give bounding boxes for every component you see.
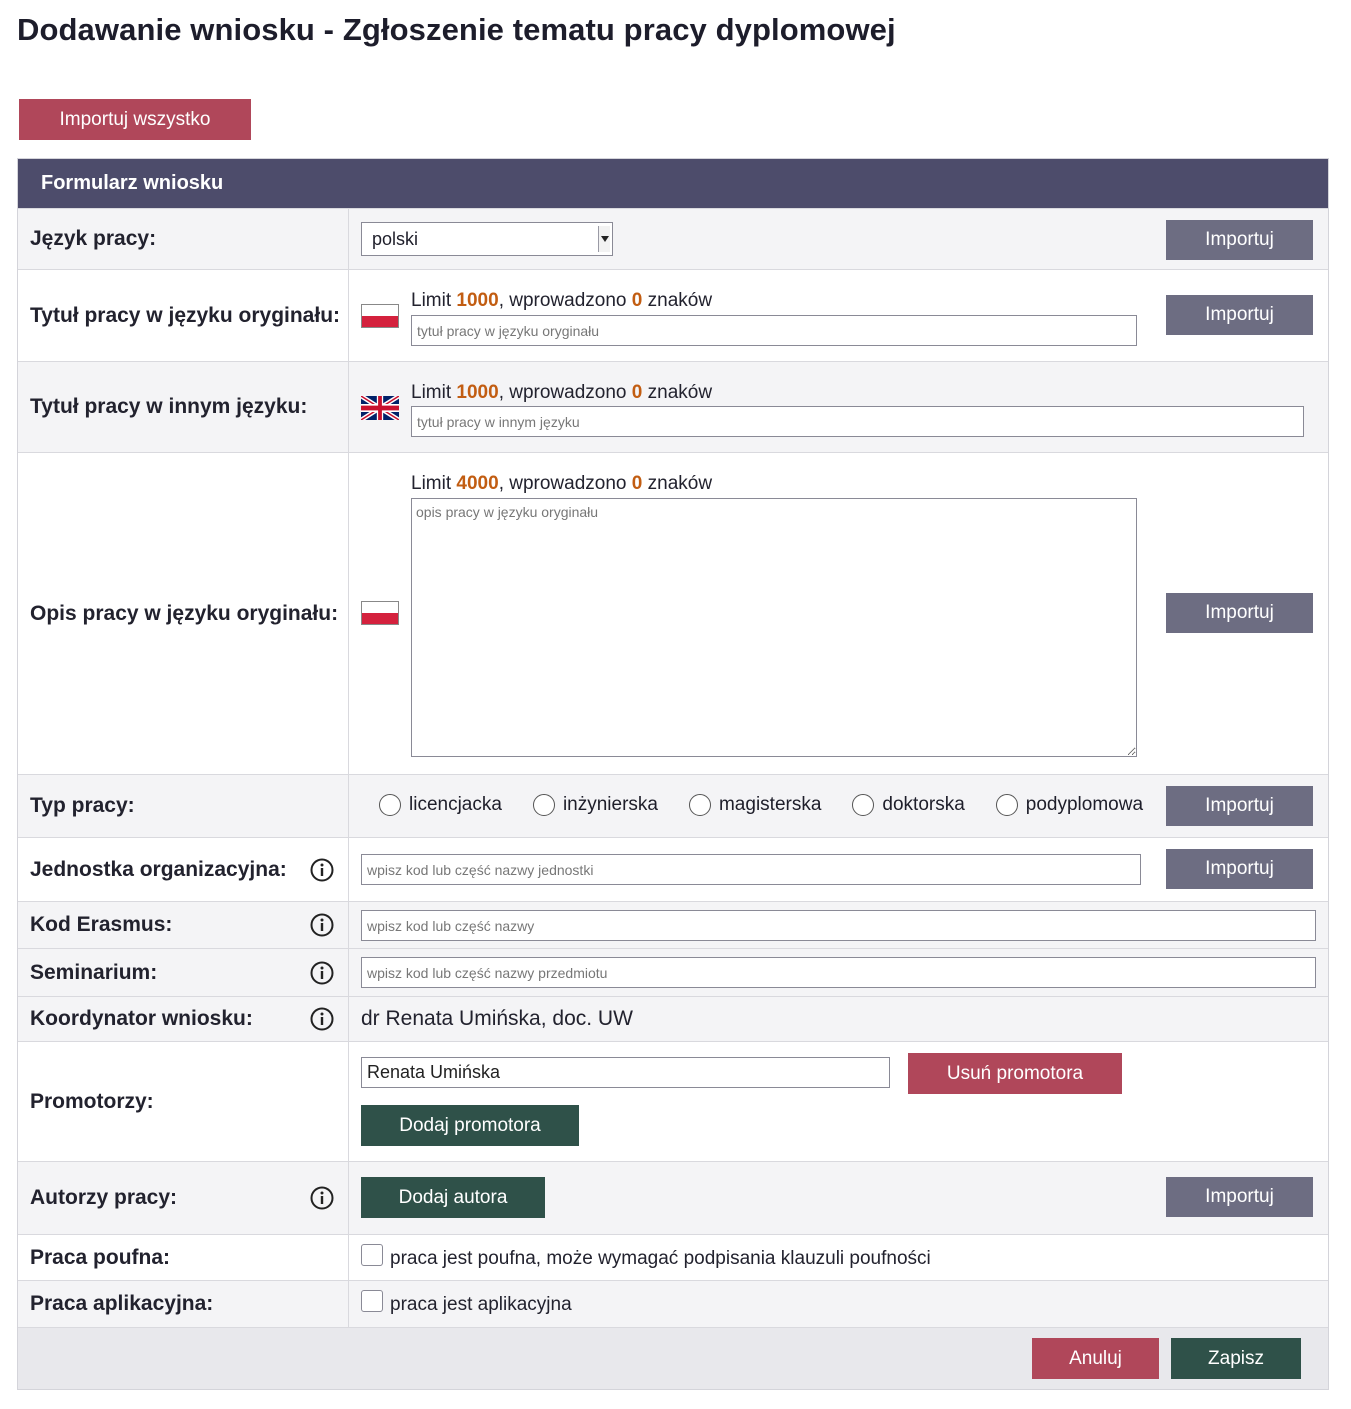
description-limit: Limit 4000, wprowadzono 0 znaków xyxy=(411,473,713,494)
radio-button-icon[interactable] xyxy=(532,794,555,816)
import-all-button[interactable]: Importuj wszystko xyxy=(19,99,251,140)
applied-checkbox-label[interactable]: praca jest aplikacyjna xyxy=(390,1294,572,1316)
application-form: Formularz wniosku Język pracy: polski Im… xyxy=(17,158,1329,1390)
form-header: Formularz wniosku xyxy=(18,159,1328,208)
cancel-button[interactable]: Anuluj xyxy=(1032,1338,1159,1379)
description-label: Opis pracy w języku oryginału: xyxy=(18,453,349,774)
thesis-type-radio-group: licencjacka inżynierska magisterska dokt… xyxy=(379,794,1143,816)
title-other-limit: Limit 1000, wprowadzono 0 znaków xyxy=(411,382,713,403)
info-icon[interactable] xyxy=(310,1007,334,1031)
radio-doktorska[interactable]: doktorska xyxy=(852,794,965,816)
row-seminar: Seminarium: xyxy=(18,948,1328,996)
row-coordinator: Koordynator wniosku: dr Renata Umińska, … xyxy=(18,996,1328,1041)
row-erasmus: Kod Erasmus: xyxy=(18,901,1328,948)
radio-button-icon[interactable] xyxy=(379,794,401,816)
language-select-value: polski xyxy=(372,228,419,249)
seminar-input[interactable] xyxy=(361,957,1316,988)
radio-licencjacka[interactable]: licencjacka xyxy=(379,794,502,816)
unit-input[interactable] xyxy=(361,854,1141,885)
erasmus-input[interactable] xyxy=(361,910,1316,941)
add-supervisor-button[interactable]: Dodaj promotora xyxy=(361,1105,579,1146)
authors-label: Autorzy pracy: xyxy=(18,1162,349,1234)
row-supervisors: Promotorzy: Usuń promotora Dodaj promoto… xyxy=(18,1041,1328,1161)
polish-flag-icon xyxy=(361,601,399,625)
title-original-label: Tytuł pracy w języku oryginału: xyxy=(18,270,349,361)
form-footer: Anuluj Zapisz xyxy=(18,1327,1328,1389)
import-language-button[interactable]: Importuj xyxy=(1166,220,1313,260)
row-title-other: Tytuł pracy w innym języku: Limit 1000, … xyxy=(18,361,1328,452)
title-other-label: Tytuł pracy w innym języku: xyxy=(18,362,349,452)
import-authors-button[interactable]: Importuj xyxy=(1166,1177,1313,1217)
row-unit: Jednostka organizacyjna: Importuj xyxy=(18,837,1328,901)
confidential-label: Praca poufna: xyxy=(18,1235,349,1280)
page-title: Dodawanie wniosku - Zgłoszenie tematu pr… xyxy=(17,12,896,47)
supervisor-input[interactable] xyxy=(361,1057,890,1088)
radio-inzynierska[interactable]: inżynierska xyxy=(532,794,658,816)
language-select[interactable]: polski xyxy=(361,222,613,256)
import-thesis-type-button[interactable]: Importuj xyxy=(1166,786,1313,826)
row-confidential: Praca poufna: praca jest poufna, może wy… xyxy=(18,1234,1328,1280)
radio-button-icon[interactable] xyxy=(688,794,711,816)
confidential-checkbox-label[interactable]: praca jest poufna, może wymagać podpisan… xyxy=(390,1248,931,1270)
row-description: Opis pracy w języku oryginału: Limit 400… xyxy=(18,452,1328,774)
uk-flag-icon xyxy=(360,393,400,423)
applied-checkbox[interactable] xyxy=(361,1290,383,1312)
thesis-type-label: Typ pracy: xyxy=(18,775,349,837)
radio-magisterska[interactable]: magisterska xyxy=(688,794,821,816)
remove-supervisor-button[interactable]: Usuń promotora xyxy=(908,1053,1122,1094)
import-description-button[interactable]: Importuj xyxy=(1166,593,1313,633)
row-applied: Praca aplikacyjna: praca jest aplikacyjn… xyxy=(18,1280,1328,1327)
radio-podyplomowa[interactable]: podyplomowa xyxy=(995,794,1143,816)
title-other-input[interactable] xyxy=(411,406,1304,437)
info-icon[interactable] xyxy=(310,961,334,985)
radio-button-icon[interactable] xyxy=(852,794,875,816)
seminar-label: Seminarium: xyxy=(18,949,349,996)
language-label: Język pracy: xyxy=(18,209,349,269)
confidential-checkbox[interactable] xyxy=(361,1244,383,1266)
save-button[interactable]: Zapisz xyxy=(1171,1338,1301,1379)
polish-flag-icon xyxy=(361,304,399,328)
title-original-limit: Limit 1000, wprowadzono 0 znaków xyxy=(411,290,713,311)
unit-label: Jednostka organizacyjna: xyxy=(18,838,349,901)
radio-button-icon[interactable] xyxy=(995,794,1018,816)
info-icon[interactable] xyxy=(310,913,334,937)
import-title-original-button[interactable]: Importuj xyxy=(1166,295,1313,335)
chevron-down-icon xyxy=(598,226,610,252)
row-thesis-type: Typ pracy: licencjacka inżynierska magis… xyxy=(18,774,1328,837)
applied-label: Praca aplikacyjna: xyxy=(18,1281,349,1327)
description-textarea[interactable] xyxy=(411,498,1137,757)
info-icon[interactable] xyxy=(310,858,334,882)
coordinator-value: dr Renata Umińska, doc. UW xyxy=(361,1007,633,1030)
info-icon[interactable] xyxy=(310,1186,334,1210)
coordinator-label: Koordynator wniosku: xyxy=(18,997,349,1041)
erasmus-label: Kod Erasmus: xyxy=(18,902,349,948)
import-unit-button[interactable]: Importuj xyxy=(1166,849,1313,889)
add-author-button[interactable]: Dodaj autora xyxy=(361,1177,545,1218)
supervisors-label: Promotorzy: xyxy=(18,1042,349,1161)
row-title-original: Tytuł pracy w języku oryginału: Limit 10… xyxy=(18,269,1328,361)
title-original-input[interactable] xyxy=(411,315,1137,346)
row-language: Język pracy: polski Importuj xyxy=(18,208,1328,269)
row-authors: Autorzy pracy: Dodaj autora Importuj xyxy=(18,1161,1328,1234)
